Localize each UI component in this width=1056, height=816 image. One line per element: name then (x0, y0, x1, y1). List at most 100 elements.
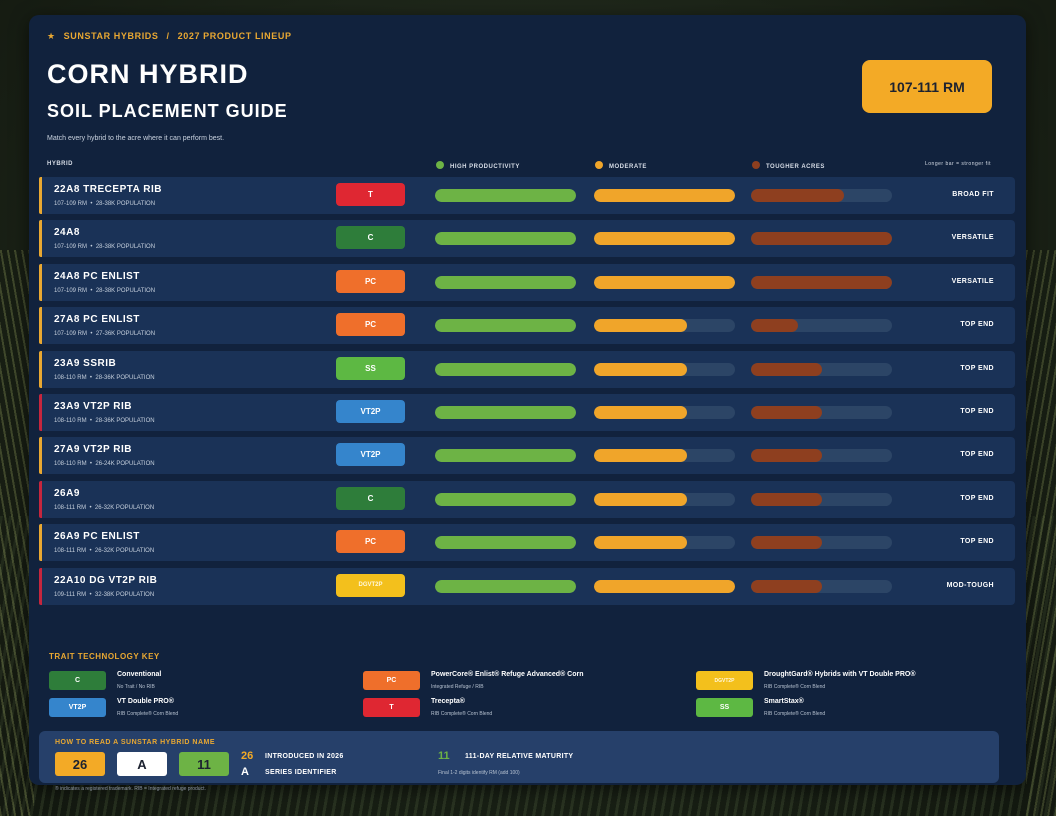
fit-tag: BROAD FIT (952, 191, 994, 198)
hybrid-meta: 108-110 RM • 28-36K POPULATION (54, 374, 155, 381)
hybrid-population: 26-32K POPULATION (94, 504, 155, 511)
page-title: CORN HYBRID (47, 59, 249, 89)
fit-tag: TOP END (960, 321, 994, 329)
column-header-tough: TOUGHER ACRES (752, 161, 825, 170)
trait-key-name: SmartStax® (764, 698, 804, 705)
hybrid-name: 22A8 TRECEPTA RIB (54, 184, 162, 195)
moderate-fit-track (594, 492, 735, 506)
high-fit-bar (435, 362, 576, 376)
high-fit-bar (435, 492, 576, 506)
hybrid-row: 27A8 PC ENLIST 107-109 RM • 27-36K POPUL… (39, 307, 1015, 345)
breadcrumb: ★ SUNSTAR HYBRIDS / 2027 PRODUCT LINEUP (47, 31, 292, 42)
moderate-legend-dot-icon (595, 161, 603, 169)
hybrid-rm: 108-111 RM (54, 504, 87, 511)
hybrid-rm: 107-109 RM (54, 201, 88, 207)
tough-fit-track (751, 319, 892, 333)
name-part-series-box: A (117, 752, 167, 776)
trait-key-chip: DGVT2P (696, 671, 753, 690)
tough-fit-track (751, 189, 892, 202)
moderate-fit-bar (594, 319, 688, 333)
row-accent-stripe (39, 524, 42, 562)
moderate-fit-track (594, 319, 735, 333)
tough-fit-track (751, 232, 892, 246)
trait-key-desc: No Trait / No RIB (117, 684, 155, 690)
trait-key-desc: RIB Complete® Corn Blend (431, 711, 493, 717)
fit-tag: MOD-TOUGH (946, 581, 994, 589)
hybrid-rm: 108-111 RM (54, 548, 87, 555)
rm-code-note: Final 1-2 digits identify RM (add 100) (438, 770, 520, 776)
high-fit-bar (435, 579, 576, 593)
hybrid-row: 24A8 107-109 RM • 28-38K POPULATION C VER… (39, 220, 1015, 258)
page-description: Match every hybrid to the acre where it … (47, 135, 225, 142)
trait-chip: PC (336, 269, 405, 293)
high-fit-bar (435, 406, 576, 419)
row-accent-stripe (39, 394, 42, 431)
high-fit-bar (435, 319, 576, 333)
trait-key-name: DroughtGard® Hybrids with VT Double PRO® (764, 671, 916, 678)
trait-key-name: PowerCore® Enlist® Refuge Advanced® Corn (431, 671, 584, 678)
tough-fit-track (751, 406, 892, 419)
hybrid-population: 28-38K POPULATION (95, 287, 156, 294)
series-code: A (241, 766, 249, 778)
hybrid-rm: 108-110 RM (54, 418, 87, 424)
row-accent-stripe (39, 263, 42, 301)
tough-fit-bar (751, 275, 892, 289)
tough-fit-bar (751, 319, 798, 333)
tough-fit-track (751, 492, 892, 506)
series-code-label: SERIES IDENTIFIER (265, 769, 337, 776)
page-subtitle-heading: SOIL PLACEMENT GUIDE (47, 101, 288, 121)
hybrid-population: 26-32K POPULATION (94, 548, 155, 555)
hybrid-name: 26A9 (54, 487, 80, 499)
moderate-fit-track (594, 189, 735, 202)
tough-legend-dot-icon (752, 161, 760, 169)
breadcrumb-section: 2027 PRODUCT LINEUP (177, 31, 292, 41)
trait-chip: VT2P (336, 443, 405, 467)
trait-key-desc: RIB Complete® Corn Blend (764, 684, 826, 690)
row-accent-stripe (39, 437, 42, 475)
tough-fit-bar (751, 492, 822, 506)
hybrid-population: 28-36K POPULATION (95, 374, 155, 381)
year-code: 26 (241, 750, 254, 762)
hybrid-meta: 107-109 RM • 28-38K POPULATION (54, 287, 156, 294)
moderate-fit-bar (594, 579, 735, 593)
trait-chip: VT2P (336, 400, 405, 423)
moderate-fit-bar (594, 232, 735, 246)
trait-key-chip: C (49, 671, 106, 690)
hybrid-population: 32-38K POPULATION (94, 591, 155, 598)
hybrid-row: 26A9 PC ENLIST 108-111 RM • 26-32K POPUL… (39, 524, 1015, 562)
year-code-label: INTRODUCED IN 2026 (265, 753, 344, 760)
how-to-read-title: HOW TO READ A SUNSTAR HYBRID NAME (55, 739, 215, 746)
breadcrumb-separator: / (166, 31, 170, 41)
hybrid-row: 23A9 SSRIB 108-110 RM • 28-36K POPULATIO… (39, 350, 1015, 388)
column-header-moderate: MODERATE (595, 161, 647, 170)
hybrid-name: 23A9 VT2P RIB (54, 401, 133, 412)
hybrid-name: 27A9 VT2P RIB (54, 444, 133, 456)
high-fit-track (435, 189, 576, 202)
row-accent-stripe (39, 567, 42, 605)
moderate-fit-bar (594, 275, 735, 289)
high-fit-bar (435, 275, 576, 289)
footnote: ® indicates a registered trademark. RIB … (55, 786, 206, 792)
hybrid-name: 23A9 SSRIB (54, 357, 117, 369)
hybrid-name: 27A8 PC ENLIST (54, 314, 140, 326)
trait-key-chip: VT2P (49, 698, 106, 717)
moderate-fit-track (594, 579, 735, 593)
tough-fit-track (751, 579, 892, 593)
tough-fit-track (751, 536, 892, 550)
fit-tag: VERSATILE (951, 234, 994, 242)
column-header-hybrid: HYBRID (47, 161, 74, 167)
trait-key-name: VT Double PRO® (117, 698, 174, 705)
row-accent-stripe (39, 350, 42, 388)
hybrid-rm: 108-110 RM (54, 461, 87, 468)
moderate-fit-bar (594, 492, 688, 506)
hybrid-row: 27A9 VT2P RIB 108-110 RM • 26-24K POPULA… (39, 437, 1015, 475)
hybrid-meta: 108-111 RM • 26-32K POPULATION (54, 504, 155, 511)
moderate-fit-track (594, 406, 735, 419)
trait-key-desc: Integrated Refuge / RIB (431, 684, 484, 690)
hybrid-population: 28-38K POPULATION (95, 201, 156, 207)
trait-key-name: Conventional (117, 671, 162, 678)
high-fit-track (435, 362, 576, 376)
row-accent-stripe (39, 220, 42, 258)
breadcrumb-brand: SUNSTAR HYBRIDS (63, 31, 159, 41)
hybrid-name: 22A10 DG VT2P RIB (54, 574, 158, 586)
